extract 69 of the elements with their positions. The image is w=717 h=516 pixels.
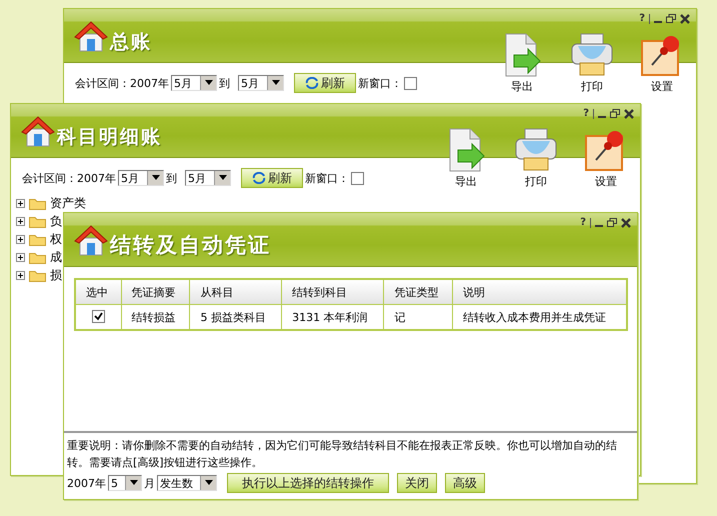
printer-icon [570,33,614,77]
expand-icon[interactable] [16,270,25,280]
folder-icon [29,196,46,210]
folder-icon [29,232,46,246]
close-icon[interactable] [624,108,634,118]
select-checkbox[interactable] [92,310,105,323]
month-select[interactable]: 5月 [171,75,217,91]
expand-icon[interactable] [16,252,25,262]
help-button[interactable]: ? [639,13,645,24]
execute-button[interactable]: 执行以上选择的结转操作 [227,473,389,493]
month-select[interactable]: 5月 [185,170,231,186]
tree-item[interactable]: 资产类 [50,194,86,212]
settings-button[interactable]: 设置 [636,33,688,94]
new-window-label: 新窗口： [305,170,349,186]
refresh-button[interactable]: 刷新 [294,73,356,93]
new-window-label: 新窗口： [358,76,402,90]
column-header: 凭证摘要 [121,279,190,304]
column-header: 选中 [75,279,122,304]
folder-icon [29,268,46,282]
month-label: 月 [144,476,155,490]
period-label: 会计区间：2007年 [22,170,116,186]
advanced-button[interactable]: 高级 [445,473,485,493]
restore-icon[interactable] [607,218,617,227]
folder-icon [29,250,46,264]
close-button[interactable]: 关闭 [397,473,437,493]
help-button[interactable]: ? [580,217,586,228]
expand-icon[interactable] [16,216,25,226]
column-header: 结转到科目 [282,279,384,304]
expand-icon[interactable] [16,234,25,244]
house-icon [74,224,108,256]
tree-item[interactable]: 成 [50,248,62,266]
window-title: 总账 [110,33,152,52]
year-label: 2007年 [67,476,106,490]
month-select[interactable]: 5月 [118,170,164,186]
expand-icon[interactable] [16,198,25,208]
folder-icon [29,214,46,228]
month-select[interactable]: 5月 [238,75,284,91]
column-header: 凭证类型 [384,279,453,304]
restore-icon[interactable] [666,14,676,23]
export-button[interactable]: 导出 [496,33,548,94]
close-icon[interactable] [680,14,690,24]
print-button[interactable]: 打印 [566,33,618,94]
help-button[interactable]: ? [583,108,589,119]
new-window-checkbox[interactable] [404,76,417,90]
period-label: 会计区间：2007年 [75,76,169,90]
tree-item[interactable]: 负 [50,212,62,230]
important-note: 重要说明：请你删除不需要的自动结转，因为它们可能导致结转科目不能在报表正常反映。你也可以增加自动的结转。需要请点[高级]按钮进行这些操作。 [66,438,618,471]
print-button[interactable]: 打印 [510,128,562,189]
column-header: 从科目 [190,279,282,304]
close-icon[interactable] [621,218,631,228]
amount-type-select[interactable]: 发生数 [157,475,217,491]
column-header: 说明 [452,279,627,304]
house-icon [74,20,108,52]
refresh-button[interactable]: 刷新 [241,168,303,188]
to-label: 到 [166,170,177,186]
export-button[interactable]: 导出 [440,128,492,189]
printer-icon [514,128,558,172]
window-title: 结转及自动凭证 [110,235,271,256]
month-select[interactable]: 5 [108,475,142,491]
tree-item[interactable]: 权 [50,230,62,248]
new-window-checkbox[interactable] [351,172,364,184]
settings-button[interactable]: 设置 [580,128,632,189]
window-title: 科目明细账 [57,128,162,147]
tree-item[interactable]: 损 [50,266,62,284]
refresh-icon [252,172,266,184]
refresh-icon [305,77,319,89]
restore-icon[interactable] [610,109,620,118]
house-icon [21,115,55,147]
to-label: 到 [219,76,230,90]
